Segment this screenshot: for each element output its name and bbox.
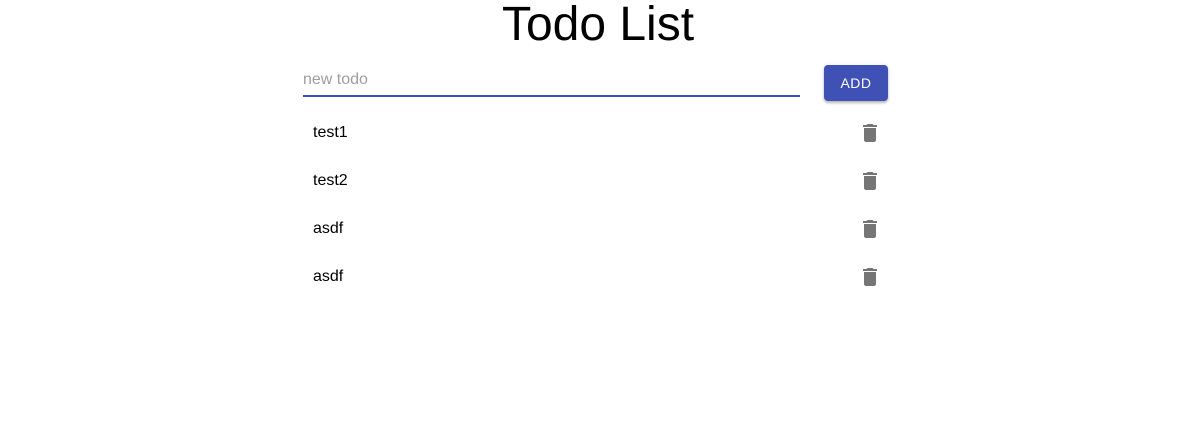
add-todo-button[interactable]: ADD [824, 65, 888, 101]
todo-item: asdf [303, 205, 888, 253]
new-todo-input[interactable] [303, 65, 800, 97]
delete-todo-button[interactable] [852, 259, 888, 295]
page-title: Todo List [501, 0, 695, 51]
todo-item-text: test1 [313, 124, 348, 141]
todo-item-text: asdf [313, 268, 344, 285]
todo-item: test1 [303, 109, 888, 157]
trash-icon [863, 268, 877, 286]
todo-item: asdf [303, 253, 888, 301]
delete-todo-button[interactable] [852, 115, 888, 151]
trash-icon [863, 172, 877, 190]
trash-icon [863, 124, 877, 142]
trash-icon [863, 220, 877, 238]
todo-form: ADD [303, 65, 888, 101]
todo-list: test1 test2 asdf asdf [303, 109, 888, 301]
delete-todo-button[interactable] [852, 163, 888, 199]
todo-item-text: test2 [313, 172, 348, 189]
todo-item: test2 [303, 157, 888, 205]
delete-todo-button[interactable] [852, 211, 888, 247]
todo-item-text: asdf [313, 220, 344, 237]
